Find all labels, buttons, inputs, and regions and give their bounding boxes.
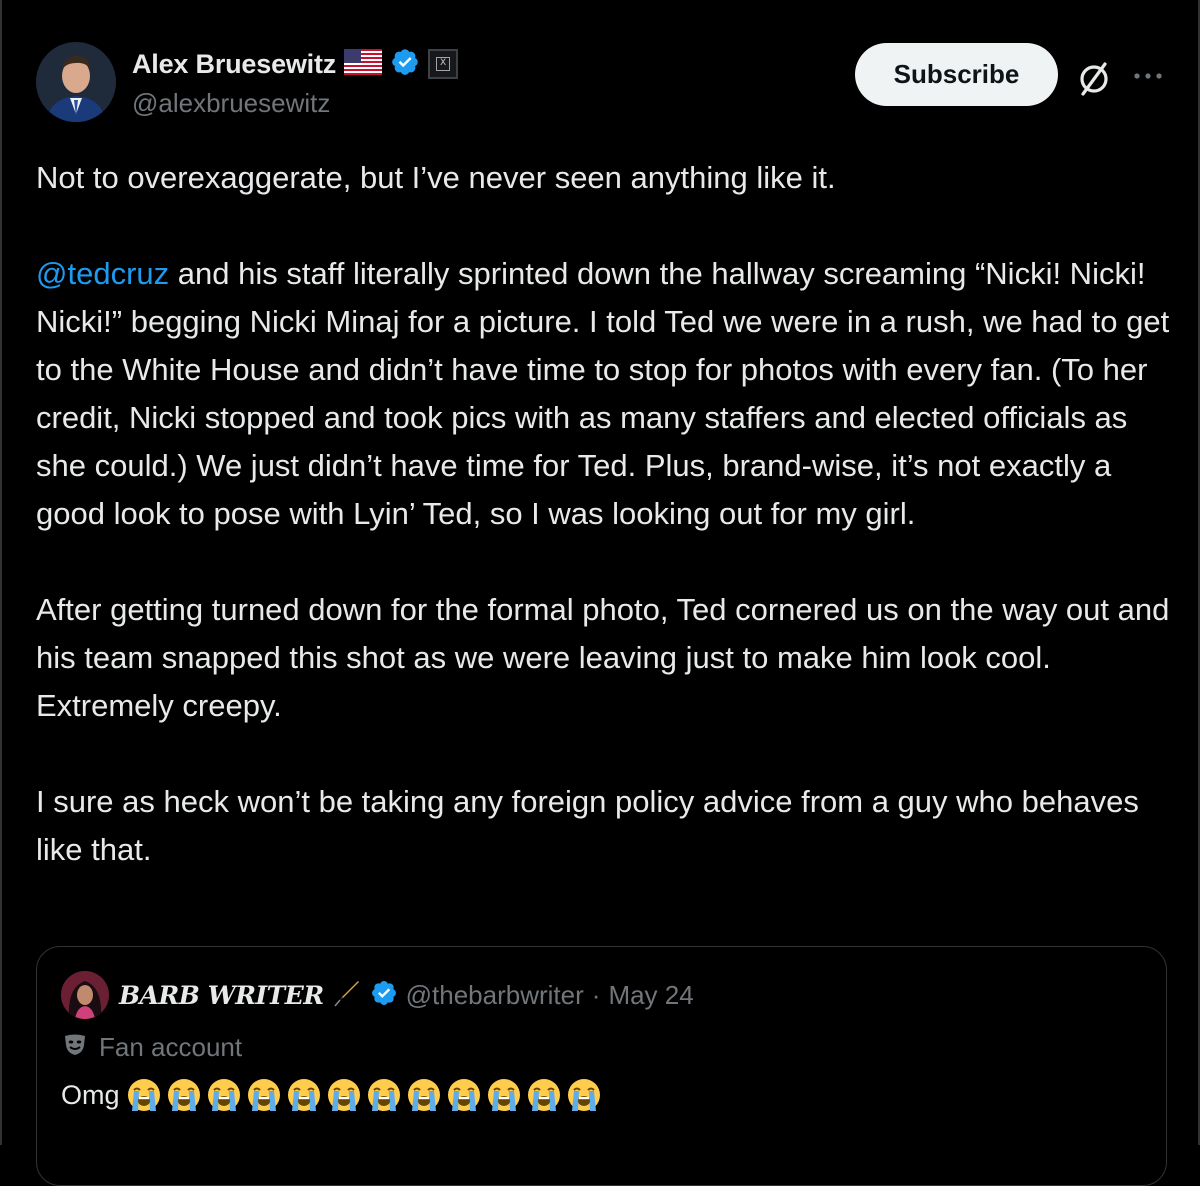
quote-author-avatar[interactable]	[61, 971, 109, 1019]
tweet-paragraph-4: I sure as heck won’t be taking any forei…	[36, 784, 1139, 867]
crying-face-icon	[367, 1079, 400, 1111]
crying-emoji-row	[126, 1077, 602, 1113]
crying-face-icon	[287, 1079, 320, 1111]
author-handle[interactable]: @alexbruesewitz	[132, 88, 330, 119]
quote-text: Omg	[61, 1073, 602, 1117]
author-display-name[interactable]: Alex Bruesewitz	[132, 49, 336, 80]
affiliation-badge-icon[interactable]: X	[428, 49, 459, 79]
tweet-paragraph-3: After getting turned down for the formal…	[36, 592, 1170, 723]
mention-link[interactable]: @tedcruz	[36, 256, 169, 291]
crying-face-icon	[527, 1079, 560, 1111]
more-options-icon[interactable]	[1130, 58, 1166, 94]
theater-masks-icon	[61, 1031, 89, 1064]
quote-handle[interactable]: @thebarbwriter	[406, 980, 584, 1011]
crying-face-icon	[127, 1079, 160, 1111]
grok-icon[interactable]	[1074, 58, 1114, 98]
tweet-paragraph-2-text: and his staff literally sprinted down th…	[36, 256, 1170, 531]
tweet-paragraph-1: Not to overexaggerate, but I’ve never se…	[36, 160, 836, 195]
quote-display-name[interactable]: BARB WRITER	[119, 981, 324, 1010]
fan-account-label: Fan account	[61, 1027, 242, 1067]
quote-text-word: Omg	[61, 1079, 120, 1110]
tweet-text: Not to overexaggerate, but I’ve never se…	[36, 154, 1176, 874]
crying-face-icon	[407, 1079, 440, 1111]
crying-face-icon	[167, 1079, 200, 1111]
verified-badge-icon[interactable]	[390, 47, 420, 82]
fan-account-text: Fan account	[99, 1031, 243, 1062]
tweet-card: Alex Bruesewitz X @alexbruesewitz Subscr…	[0, 0, 1200, 1186]
quote-header: BARB WRITER @thebarbwriter · May 24	[119, 975, 694, 1015]
quote-separator: ·	[591, 979, 601, 1010]
crying-face-icon	[447, 1079, 480, 1111]
pen-icon	[332, 978, 362, 1013]
tweet-paragraph-2: @tedcruz and his staff literally sprinte…	[36, 250, 1176, 538]
us-flag-icon	[344, 48, 383, 80]
crying-face-icon	[247, 1079, 280, 1111]
quote-verified-badge-icon[interactable]	[370, 979, 398, 1012]
author-name-row: Alex Bruesewitz X	[132, 44, 459, 84]
crying-face-icon	[487, 1079, 520, 1111]
crying-face-icon	[327, 1079, 360, 1111]
quoted-tweet[interactable]: BARB WRITER @thebarbwriter · May 24 Fan …	[36, 946, 1167, 1186]
crying-face-icon	[207, 1079, 240, 1111]
crying-face-icon	[567, 1079, 600, 1111]
quote-date[interactable]: May 24	[608, 980, 693, 1011]
author-avatar[interactable]	[36, 42, 116, 122]
subscribe-button[interactable]: Subscribe	[855, 43, 1058, 106]
